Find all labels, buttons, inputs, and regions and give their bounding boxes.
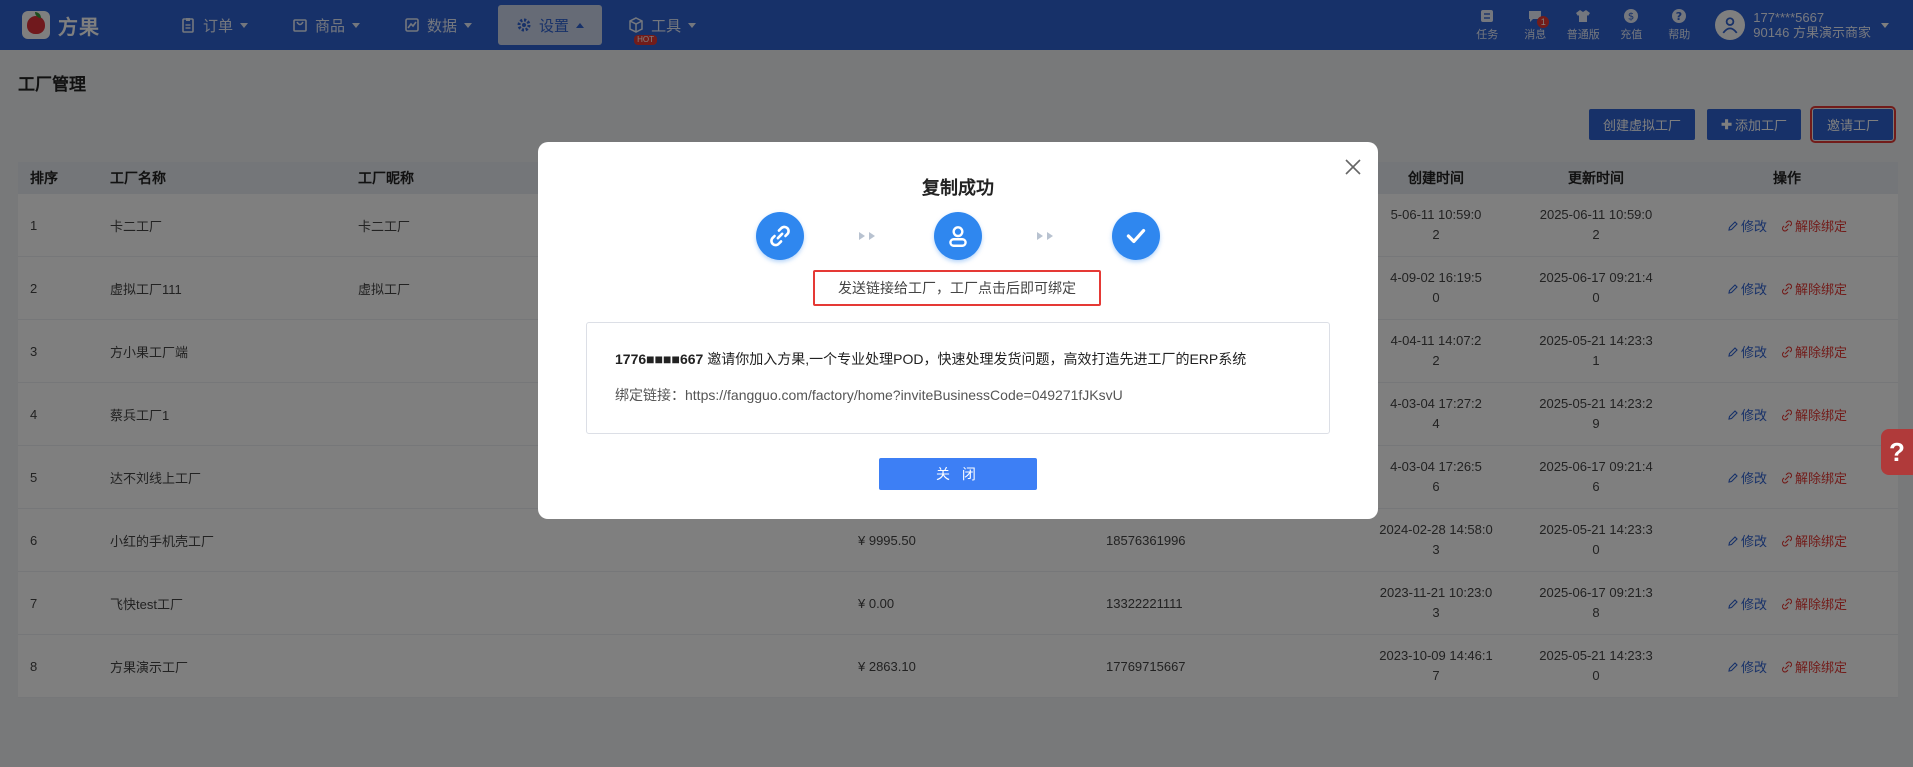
invite-steps [756,212,1160,260]
double-arrow-right-icon [859,232,875,240]
close-button[interactable]: 关 闭 [879,458,1037,490]
user-icon [949,226,967,247]
step-arrows [804,230,934,242]
step-done [1112,212,1160,260]
double-arrow-right-icon [1037,232,1053,240]
invite-hint: 发送链接给工厂，工厂点击后即可绑定 [813,270,1101,306]
invite-message: 1776■■■■667 邀请你加入方果,一个专业处理POD，快速处理发货问题，高… [615,349,1301,369]
invite-link-label: 绑定链接： [615,387,685,403]
step-arrows [982,230,1112,242]
floating-help-icon[interactable]: ? [1881,429,1913,475]
step-link [756,212,804,260]
step-user [934,212,982,260]
invite-link-line: 绑定链接：https://fangguo.com/factory/home?in… [615,385,1301,405]
invite-link-url[interactable]: https://fangguo.com/factory/home?inviteB… [685,387,1123,403]
copy-success-modal: 复制成功 发送链接给工厂，工厂点击后即可绑定 1776■■■■667 邀请你加入… [538,142,1378,519]
link-icon [770,225,790,247]
modal-title: 复制成功 [922,178,994,198]
check-icon [1126,228,1146,244]
invite-phone: 1776■■■■667 [615,351,704,367]
invite-message-box[interactable]: 1776■■■■667 邀请你加入方果,一个专业处理POD，快速处理发货问题，高… [586,322,1330,434]
invite-text: 邀请你加入方果,一个专业处理POD，快速处理发货问题，高效打造先进工厂的ERP系… [703,351,1247,367]
